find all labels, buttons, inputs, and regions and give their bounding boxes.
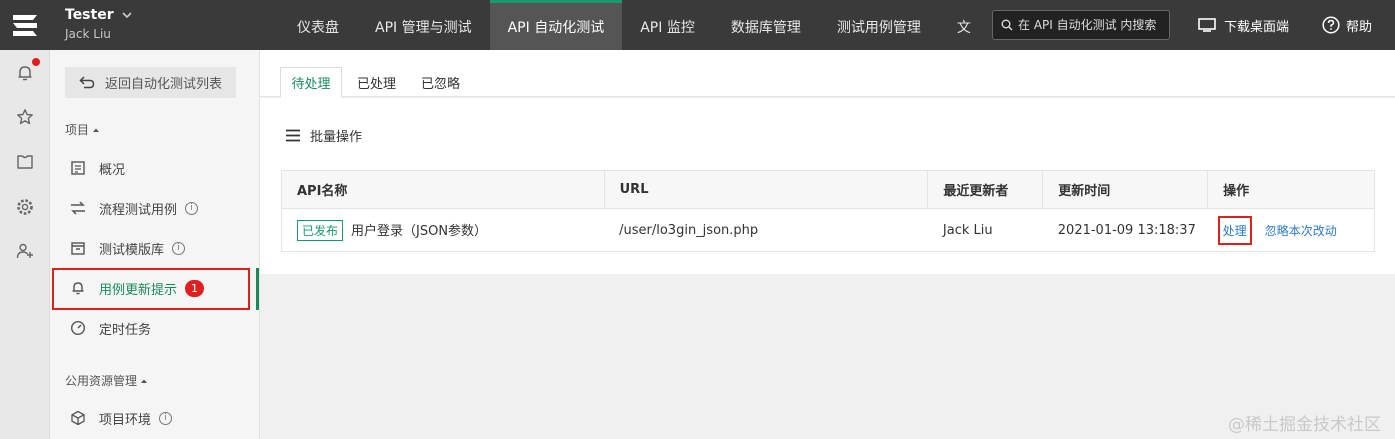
help-button[interactable]: 帮助: [1322, 0, 1372, 50]
status-badge: 已发布: [297, 219, 344, 241]
help-label: 帮助: [1346, 19, 1373, 35]
sidebar: 返回自动化测试列表 项目 概况 流程测试用例 i 测试模版库 i 用例更新提示 …: [50, 50, 260, 439]
cube-icon: [69, 409, 87, 427]
update-table: API名称 URL 最近更新者 更新时间 操作 已发布 用户登录（JSON参数） …: [281, 170, 1375, 252]
space-switcher[interactable]: Tester Jack Liu: [65, 7, 132, 41]
section-public-label: 公用资源管理: [65, 374, 138, 388]
sidebar-item-flow-cases[interactable]: 流程测试用例 i: [50, 189, 260, 227]
nav-test-cases[interactable]: 测试用例管理: [819, 0, 939, 50]
download-desktop-button[interactable]: 下载桌面端: [1198, 0, 1289, 50]
tab-processed[interactable]: 已处理: [357, 67, 396, 98]
top-bar: Tester Jack Liu 仪表盘 API 管理与测试 API 自动化测试 …: [0, 0, 1395, 50]
sidebar-item-label: 概况: [99, 162, 126, 178]
cell-updater: Jack Liu: [927, 208, 1043, 252]
col-url: URL: [603, 170, 929, 209]
batch-operation-button[interactable]: 批量操作: [285, 126, 362, 145]
batch-label: 批量操作: [310, 130, 363, 145]
chevron-up-icon: [93, 128, 100, 132]
search-icon: [1001, 19, 1013, 31]
gear-icon[interactable]: [14, 196, 36, 218]
help-icon: [1322, 16, 1340, 34]
col-update-time: 更新时间: [1042, 170, 1209, 209]
main-nav: 仪表盘 API 管理与测试 API 自动化测试 API 监控 数据库管理 测试用…: [279, 0, 994, 50]
col-updater: 最近更新者: [927, 170, 1044, 209]
highlight-box-menu: [52, 268, 250, 310]
sidebar-item-label: 测试模版库: [99, 242, 165, 258]
nav-api-monitor[interactable]: API 监控: [622, 0, 713, 50]
table-row: 已发布 用户登录（JSON参数） /user/lo3gin_json.php Ja…: [281, 208, 1375, 252]
icon-rail: [0, 50, 50, 439]
space-user: Jack Liu: [65, 27, 111, 41]
section-project-label: 项目: [65, 123, 90, 137]
timer-icon: [69, 319, 87, 337]
download-label: 下载桌面端: [1224, 19, 1290, 35]
space-name: Tester: [65, 7, 114, 23]
active-indicator: [256, 268, 259, 310]
info-icon[interactable]: i: [172, 241, 186, 255]
cell-update-time: 2021-01-09 13:18:37: [1042, 208, 1208, 252]
ignore-change-link[interactable]: 忽略本次改动: [1265, 224, 1337, 238]
cell-url: /user/lo3gin_json.php: [604, 208, 928, 252]
sidebar-item-overview[interactable]: 概况: [50, 149, 260, 187]
overview-icon: [69, 159, 87, 177]
process-link[interactable]: 处理: [1217, 215, 1252, 245]
col-actions: 操作: [1207, 170, 1375, 209]
section-public-resources[interactable]: 公用资源管理: [65, 372, 148, 389]
nav-database[interactable]: 数据库管理: [713, 0, 819, 50]
tab-pending[interactable]: 待处理: [280, 67, 342, 98]
sidebar-item-project-env[interactable]: 项目环境 i: [50, 399, 260, 437]
shirt-icon[interactable]: [14, 151, 36, 173]
nav-api-automation[interactable]: API 自动化测试: [489, 0, 623, 50]
notification-icon[interactable]: [14, 62, 36, 84]
sidebar-item-label: 定时任务: [99, 322, 152, 338]
status-tabs: 待处理 已处理 已忽略: [260, 50, 1395, 98]
tab-ignored[interactable]: 已忽略: [421, 67, 460, 98]
add-user-icon[interactable]: [14, 240, 36, 262]
cell-api-name: 已发布 用户登录（JSON参数）: [281, 208, 605, 252]
api-name[interactable]: 用户登录（JSON参数）: [351, 224, 487, 239]
menu-lines-icon: [286, 129, 300, 142]
search-input[interactable]: [1018, 18, 1168, 32]
nav-docs[interactable]: 文: [939, 0, 989, 50]
main-area: 待处理 已处理 已忽略 批量操作 API名称 URL 最近更新者 更新时间 操作: [260, 50, 1395, 439]
nav-dashboard[interactable]: 仪表盘: [279, 0, 357, 50]
nav-api-management[interactable]: API 管理与测试: [357, 0, 490, 50]
content-panel: 批量操作 API名称 URL 最近更新者 更新时间 操作 已发布 用户登录（JSO…: [260, 98, 1395, 274]
info-icon[interactable]: i: [159, 411, 173, 425]
watermark-text: @稀土掘金技术社区: [1228, 415, 1381, 435]
back-to-list-button[interactable]: 返回自动化测试列表: [65, 67, 236, 98]
sidebar-item-label: 项目环境: [99, 412, 152, 428]
star-icon[interactable]: [14, 106, 36, 128]
logo-icon[interactable]: [0, 0, 50, 50]
return-icon: [79, 76, 95, 89]
sidebar-item-scheduled-tasks[interactable]: 定时任务: [50, 309, 260, 347]
search-box[interactable]: [992, 10, 1170, 40]
box-icon: [69, 239, 87, 257]
chevron-up-icon: [141, 379, 148, 383]
cell-actions: 处理 忽略本次改动: [1207, 208, 1375, 252]
chevron-down-icon: [122, 11, 132, 18]
col-api-name: API名称: [281, 170, 605, 209]
back-label: 返回自动化测试列表: [105, 77, 223, 92]
notification-dot: [32, 58, 40, 66]
sidebar-item-template-library[interactable]: 测试模版库 i: [50, 229, 260, 267]
section-project[interactable]: 项目: [65, 121, 100, 138]
monitor-icon: [1198, 18, 1216, 32]
flow-arrows-icon: [69, 199, 87, 217]
sidebar-item-label: 流程测试用例: [99, 202, 178, 218]
info-icon[interactable]: i: [185, 201, 199, 215]
table-header-row: API名称 URL 最近更新者 更新时间 操作: [281, 170, 1375, 209]
